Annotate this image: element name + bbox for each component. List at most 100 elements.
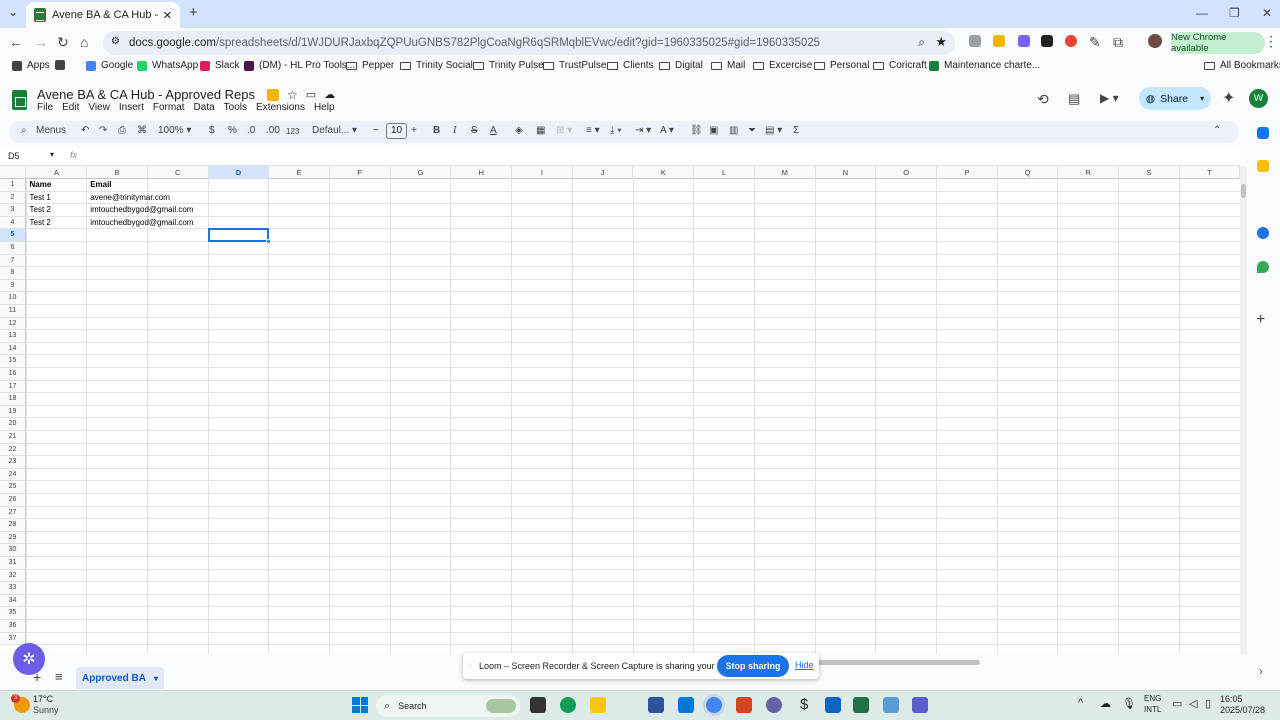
fill-handle[interactable] bbox=[266, 239, 272, 244]
horizontal-align-icon[interactable]: ≡ ▾ bbox=[586, 125, 600, 136]
column-header-e[interactable]: E bbox=[269, 166, 330, 179]
undo-icon[interactable]: ↶ bbox=[81, 125, 89, 136]
row-header[interactable]: 6 bbox=[0, 242, 26, 255]
row-header[interactable]: 12 bbox=[0, 317, 26, 331]
document-title[interactable]: Avene BA & CA Hub - Approved Reps bbox=[37, 87, 255, 102]
maximize-icon[interactable]: ❐ bbox=[1229, 6, 1240, 20]
profile-avatar-icon[interactable] bbox=[1148, 34, 1162, 48]
row-header[interactable]: 21 bbox=[0, 431, 26, 444]
browser-tab[interactable]: Avene BA & CA Hub - Approved ✕ bbox=[26, 2, 180, 28]
extensions-puzzle-icon[interactable]: ⧉ bbox=[1113, 34, 1123, 51]
table-cell[interactable]: Test 2 bbox=[27, 204, 51, 217]
column-header-t[interactable]: T bbox=[1180, 166, 1240, 179]
row-header[interactable]: 9 bbox=[0, 279, 26, 293]
bookmark-1[interactable] bbox=[55, 60, 70, 70]
row-header[interactable]: 16 bbox=[0, 368, 26, 381]
tab-close-icon[interactable]: ✕ bbox=[163, 9, 172, 22]
extension-badge-icon[interactable] bbox=[1018, 35, 1030, 47]
row-header[interactable]: 28 bbox=[0, 519, 26, 532]
row-header[interactable]: 30 bbox=[0, 544, 26, 557]
row-header[interactable]: 13 bbox=[0, 330, 26, 343]
bookmark-12[interactable]: Mail bbox=[711, 60, 745, 71]
row-header[interactable]: 27 bbox=[0, 506, 26, 520]
row-header[interactable]: 24 bbox=[0, 468, 26, 482]
sheets-logo-icon[interactable] bbox=[12, 90, 27, 110]
keep-icon[interactable] bbox=[1257, 160, 1269, 172]
clock-date[interactable]: 2025/07/28 bbox=[1220, 705, 1265, 715]
bookmark-0[interactable]: Apps bbox=[12, 60, 50, 71]
vertical-align-icon[interactable]: ⤓ ▾ bbox=[610, 125, 621, 136]
currency-app-icon[interactable]: $ bbox=[800, 696, 808, 713]
row-header[interactable]: 7 bbox=[0, 254, 26, 268]
select-all-corner[interactable] bbox=[0, 166, 26, 179]
menu-help[interactable]: Help bbox=[314, 102, 335, 113]
window-close-icon[interactable]: ✕ bbox=[1262, 6, 1272, 20]
vertical-scroll-thumb[interactable] bbox=[1241, 184, 1246, 198]
insert-comment-icon[interactable]: ▣ bbox=[709, 125, 718, 136]
row-header[interactable]: 32 bbox=[0, 569, 26, 583]
redo-icon[interactable]: ↷ bbox=[99, 125, 107, 136]
menu-format[interactable]: Format bbox=[153, 102, 185, 113]
column-header-i[interactable]: I bbox=[512, 166, 573, 179]
tab-search-icon[interactable]: ⌄ bbox=[8, 5, 18, 19]
forward-icon[interactable]: → bbox=[34, 34, 48, 50]
bookmark-8[interactable]: Trinity Pulse bbox=[473, 60, 544, 71]
column-header-a[interactable]: A bbox=[27, 166, 88, 179]
onedrive-icon[interactable]: ☁ bbox=[1100, 697, 1111, 710]
share-button[interactable]: ◍ Share ▾ bbox=[1139, 87, 1211, 110]
language-line-2[interactable]: INTL bbox=[1144, 705, 1161, 714]
merge-cells-icon[interactable]: ⊞ ▾ bbox=[556, 125, 572, 136]
row-header[interactable]: 35 bbox=[0, 607, 26, 620]
back-icon[interactable]: ← bbox=[9, 34, 23, 50]
version-history-icon[interactable]: ⟲ bbox=[1037, 91, 1049, 108]
explore-icon[interactable]: › bbox=[1259, 666, 1263, 678]
stop-sharing-button[interactable]: Stop sharing bbox=[717, 655, 789, 677]
row-header[interactable]: 36 bbox=[0, 620, 26, 633]
extension-dark-icon[interactable] bbox=[1041, 35, 1053, 47]
bookmark-9[interactable]: TrustPulse bbox=[543, 60, 606, 71]
gemini-icon[interactable]: ✦ bbox=[1222, 88, 1235, 108]
font-size-decrease-icon[interactable]: − bbox=[373, 125, 379, 136]
zoom-icon[interactable]: ⌕ bbox=[918, 35, 925, 50]
column-header-f[interactable]: F bbox=[330, 166, 391, 179]
new-chrome-available-button[interactable]: New Chrome available bbox=[1171, 32, 1265, 54]
column-header-q[interactable]: Q bbox=[998, 166, 1059, 179]
word-icon[interactable] bbox=[648, 697, 664, 713]
sheet-tab-approved-ba[interactable]: Approved BA ▾ bbox=[76, 667, 164, 689]
row-header[interactable]: 5 bbox=[0, 229, 26, 242]
row-header[interactable]: 29 bbox=[0, 531, 26, 545]
row-header[interactable]: 8 bbox=[0, 267, 26, 280]
app-icon-blue[interactable] bbox=[825, 697, 841, 713]
header-cell[interactable]: Email bbox=[87, 179, 111, 192]
column-header-o[interactable]: O bbox=[876, 166, 937, 179]
minimize-icon[interactable]: — bbox=[1196, 6, 1208, 20]
column-header-c[interactable]: C bbox=[148, 166, 209, 179]
font-select[interactable]: Defaul... ▾ bbox=[312, 125, 357, 136]
file-explorer-icon[interactable] bbox=[590, 697, 606, 713]
font-size-input[interactable]: 10 bbox=[386, 123, 407, 139]
bookmark-5[interactable]: (DM) - HL Pro Tools... bbox=[244, 60, 355, 71]
table-cell[interactable]: Test 2 bbox=[27, 217, 51, 230]
name-box[interactable]: D5 bbox=[8, 151, 20, 161]
bookmark-6[interactable]: Pepper bbox=[346, 60, 394, 71]
table-cell[interactable]: Test 1 bbox=[27, 192, 51, 205]
chrome-icon[interactable] bbox=[706, 697, 722, 713]
drag-handle-icon[interactable]: ⦙ bbox=[469, 660, 471, 671]
filter-views-icon[interactable]: ▤ ▾ bbox=[765, 125, 782, 136]
excel-icon[interactable] bbox=[853, 697, 869, 713]
column-header-n[interactable]: N bbox=[816, 166, 877, 179]
extension-icon[interactable] bbox=[969, 35, 981, 47]
menus-search-label[interactable]: Menus bbox=[36, 125, 66, 136]
selected-cell[interactable] bbox=[207, 228, 270, 242]
row-header[interactable]: 20 bbox=[0, 418, 26, 431]
row-header[interactable]: 18 bbox=[0, 393, 26, 406]
percent-format-button[interactable]: % bbox=[228, 125, 237, 136]
column-header-m[interactable]: M bbox=[755, 166, 816, 179]
borders-icon[interactable]: ▦ bbox=[536, 125, 545, 136]
row-header[interactable]: 15 bbox=[0, 355, 26, 368]
site-info-icon[interactable]: ⚙ bbox=[111, 36, 120, 47]
row-header[interactable]: 33 bbox=[0, 582, 26, 595]
table-cell[interactable]: imtouchedbygod@gmail.com bbox=[87, 217, 193, 230]
text-color-icon[interactable]: A bbox=[490, 125, 497, 136]
new-tab-icon[interactable]: + bbox=[189, 4, 198, 21]
